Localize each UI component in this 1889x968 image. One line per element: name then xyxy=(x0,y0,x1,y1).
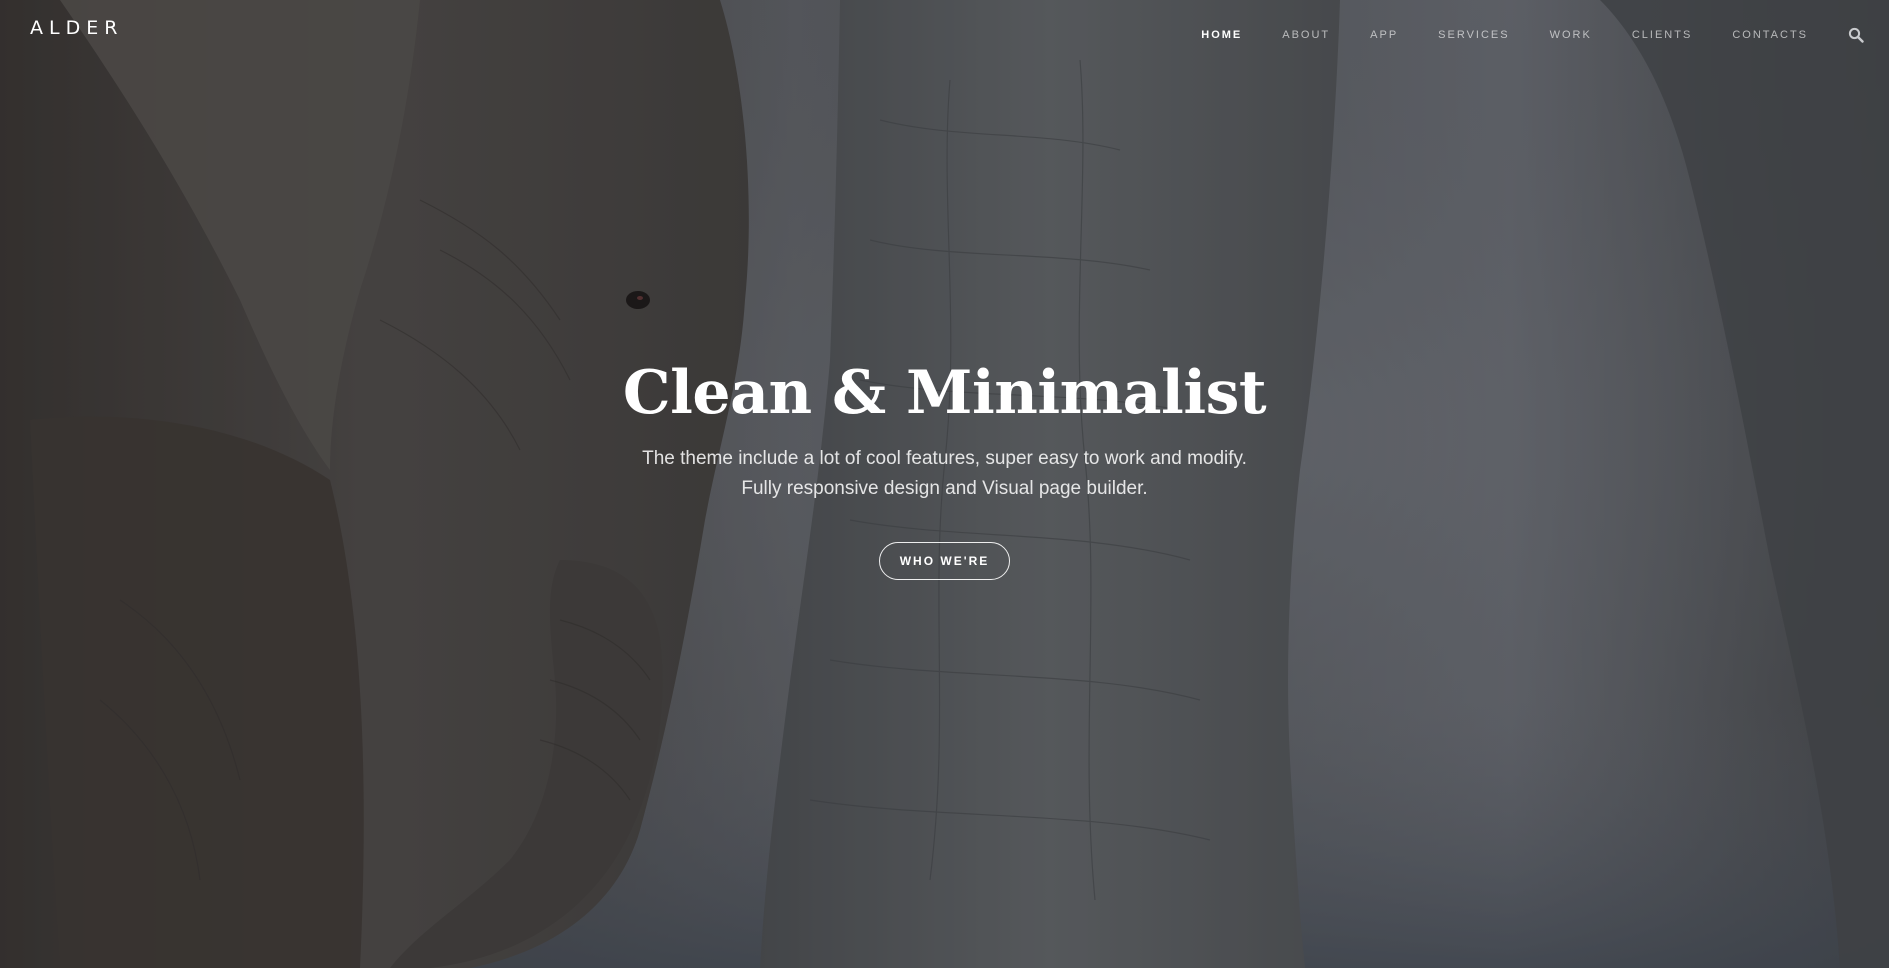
hero-section: ALDER HOME ABOUT APP SERVICES WORK CLIEN… xyxy=(0,0,1889,968)
hero-subtitle: The theme include a lot of cool features… xyxy=(0,444,1889,504)
who-were-button[interactable]: WHO WE'RE xyxy=(878,542,1011,580)
hero-subtitle-line-1: The theme include a lot of cool features… xyxy=(642,448,1247,469)
nav-item-app[interactable]: APP xyxy=(1370,29,1398,41)
hero-subtitle-line-2: Fully responsive design and Visual page … xyxy=(741,478,1148,499)
nav-item-services[interactable]: SERVICES xyxy=(1438,29,1509,41)
nav-item-contacts[interactable]: CONTACTS xyxy=(1732,29,1808,41)
nav-item-work[interactable]: WORK xyxy=(1550,29,1592,41)
hero-title: Clean & Minimalist xyxy=(622,358,1267,428)
search-icon[interactable] xyxy=(1848,27,1864,43)
nav-item-clients[interactable]: CLIENTS xyxy=(1632,29,1692,41)
nav-item-about[interactable]: ABOUT xyxy=(1282,29,1330,41)
main-nav: HOME ABOUT APP SERVICES WORK CLIENTS CON… xyxy=(1201,27,1889,43)
site-logo[interactable]: ALDER xyxy=(30,17,123,39)
hero-content: Clean & Minimalist The theme include a l… xyxy=(0,355,1889,580)
nav-item-home[interactable]: HOME xyxy=(1201,29,1242,41)
